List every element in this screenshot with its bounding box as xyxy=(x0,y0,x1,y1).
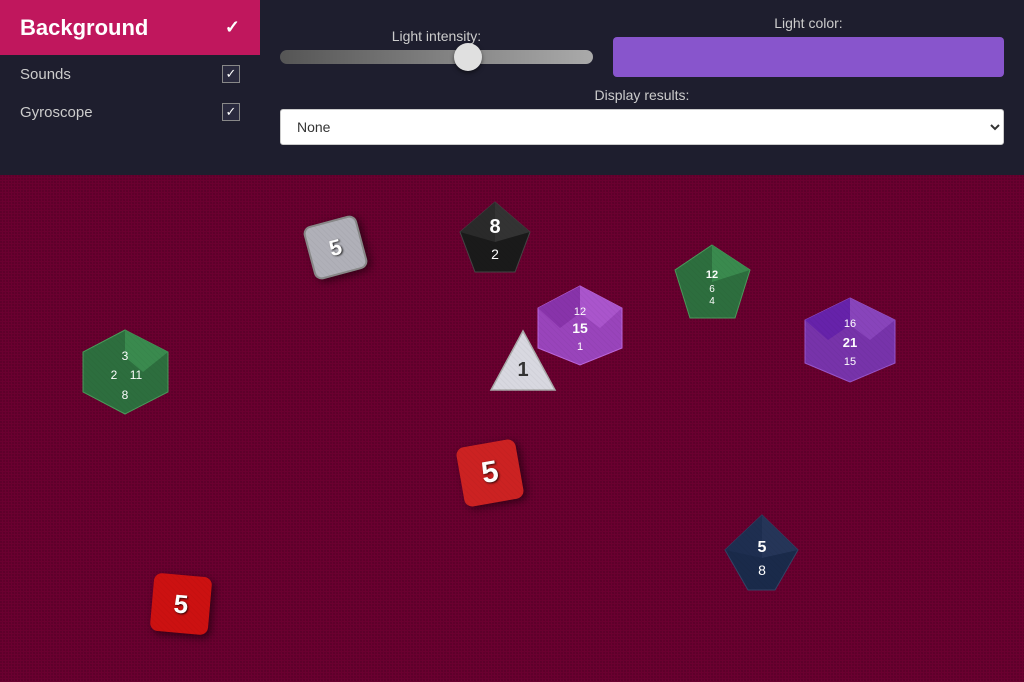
svg-text:8: 8 xyxy=(758,562,766,578)
die-black-d8[interactable]: 8 2 xyxy=(455,197,535,277)
svg-text:2: 2 xyxy=(111,368,118,382)
light-color-group: Light color: xyxy=(613,15,1004,77)
svg-text:8: 8 xyxy=(489,216,500,238)
die-red-d6b[interactable]: 5 xyxy=(150,573,213,636)
svg-text:8: 8 xyxy=(122,388,129,402)
gyroscope-row: Gyroscope xyxy=(0,93,260,131)
background-button[interactable]: Background ✓ xyxy=(0,0,260,55)
die-purple-d20b[interactable]: 16 21 15 xyxy=(800,295,900,385)
svg-text:4: 4 xyxy=(709,296,715,307)
svg-text:11: 11 xyxy=(130,368,143,382)
die-green-d10[interactable]: 12 6 4 xyxy=(670,240,755,325)
sounds-checkbox[interactable] xyxy=(222,65,240,83)
die-navy-d8[interactable]: 5 8 xyxy=(720,510,805,595)
die-red-d6[interactable]: 5 xyxy=(455,438,525,508)
svg-text:6: 6 xyxy=(709,284,715,295)
svg-text:12: 12 xyxy=(706,269,718,281)
light-intensity-label: Light intensity: xyxy=(280,28,593,44)
svg-text:21: 21 xyxy=(843,335,857,350)
top-bar: Background ✓ Sounds Gyroscope Light inte… xyxy=(0,0,1024,175)
right-panel: Light intensity: Light color: Display re… xyxy=(260,0,1024,160)
die-white-d4[interactable]: 1 xyxy=(488,328,558,393)
display-results-select[interactable]: None Sum Individual Both xyxy=(280,109,1004,145)
svg-text:2: 2 xyxy=(491,246,499,262)
svg-text:1: 1 xyxy=(577,341,583,353)
die-red-d6b-value: 5 xyxy=(172,588,189,620)
sounds-row: Sounds xyxy=(0,55,260,93)
svg-text:5: 5 xyxy=(758,539,767,556)
display-results-group: Display results: None Sum Individual Bot… xyxy=(280,87,1004,145)
background-label: Background xyxy=(20,15,148,41)
svg-text:3: 3 xyxy=(122,349,129,363)
svg-text:16: 16 xyxy=(844,318,856,330)
gyroscope-label: Gyroscope xyxy=(20,104,93,121)
sounds-label: Sounds xyxy=(20,66,71,83)
gyroscope-checkbox[interactable] xyxy=(222,103,240,121)
intensity-slider-track[interactable] xyxy=(280,50,593,64)
svg-text:15: 15 xyxy=(572,320,588,336)
die-red-d6-value: 5 xyxy=(479,455,501,491)
display-results-label: Display results: xyxy=(595,87,690,103)
chevron-down-icon: ✓ xyxy=(225,17,240,38)
die-gray-d6-value: 5 xyxy=(326,233,345,261)
light-color-swatch[interactable] xyxy=(613,37,1004,77)
light-color-label: Light color: xyxy=(613,15,1004,31)
svg-text:15: 15 xyxy=(844,356,856,368)
svg-text:12: 12 xyxy=(574,306,586,318)
dice-area[interactable]: 5 8 2 12 6 4 12 15 1 1 3 2 11 8 xyxy=(0,175,1024,682)
controls-row1: Light intensity: Light color: xyxy=(280,15,1004,77)
die-green-d12[interactable]: 3 2 11 8 xyxy=(78,327,173,417)
svg-text:1: 1 xyxy=(517,359,528,381)
light-intensity-group: Light intensity: xyxy=(280,28,593,64)
left-panel: Background ✓ Sounds Gyroscope xyxy=(0,0,260,175)
die-gray-d6[interactable]: 5 xyxy=(302,214,369,281)
intensity-slider-thumb[interactable] xyxy=(454,43,482,71)
